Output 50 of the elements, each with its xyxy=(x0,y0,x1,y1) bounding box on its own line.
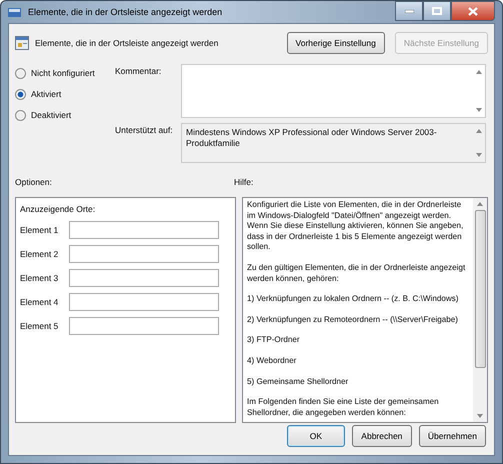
help-label: Hilfe: xyxy=(234,177,254,189)
scroll-up-icon[interactable] xyxy=(477,202,483,206)
help-paragraph: 5) Gemeinsame Shellordner xyxy=(247,376,350,388)
navigation-button[interactable]: Vorherige Einstellung xyxy=(286,32,385,54)
input-field[interactable] xyxy=(69,269,219,287)
radio-option[interactable]: Nicht konfiguriert xyxy=(15,66,115,80)
help-paragraph: Zu den gültigen Elementen, die in der Ordnerleiste angezeigt werden können, gehören: xyxy=(247,262,466,284)
scroll-up-icon[interactable] xyxy=(476,70,482,74)
dialog-button[interactable]: Übernehmen xyxy=(418,425,486,447)
scroll-up-icon[interactable] xyxy=(476,129,482,133)
input-field[interactable] xyxy=(69,293,219,311)
field-label: Element 2 xyxy=(20,249,60,259)
app-icon xyxy=(8,6,22,18)
supported-field: Mindestens Windows XP Professional oder Windows Server 2003-Produktfamilie xyxy=(181,123,486,163)
radio-option[interactable]: Deaktiviert xyxy=(15,108,115,122)
help-paragraph: 2) Verknüpfungen zu Remoteordnern -- (\\Server\Freigabe) xyxy=(247,314,459,326)
dialog-button[interactable]: Abbrechen xyxy=(352,425,412,447)
comment-field[interactable] xyxy=(181,64,486,118)
field-label: Element 5 xyxy=(20,321,60,331)
close-icon xyxy=(468,6,478,16)
radio-option[interactable]: Aktiviert xyxy=(15,87,115,101)
scroll-down-icon[interactable] xyxy=(476,153,482,157)
input-field[interactable] xyxy=(69,317,219,335)
supported-label: Unterstützt auf: xyxy=(115,124,174,137)
comment-label: Kommentar: xyxy=(115,65,162,78)
scrollbar-thumb[interactable] xyxy=(474,210,486,368)
close-button[interactable] xyxy=(451,1,495,21)
field-label: Element 1 xyxy=(20,225,60,235)
field-label: Element 4 xyxy=(20,297,60,307)
maximize-button[interactable] xyxy=(423,1,451,21)
field-label: Element 3 xyxy=(20,273,60,283)
input-field[interactable] xyxy=(69,221,219,239)
dialog-button[interactable]: OK xyxy=(286,425,345,447)
window-title: Elemente, die in der Ortsleiste angezeigt werden xyxy=(28,7,222,17)
policy-icon xyxy=(15,36,29,50)
help-paragraph: Konfiguriert die Liste von Elementen, die in der Ordnerleiste im Windows-Dialogfeld "Datei/Öffnen" angezeigt werden. Wenn Sie diese Einstellung aktivieren, können Sie angeben, dass in der Ordnerleiste 1 bis 5 Elemente angezeigt werden sollen. xyxy=(247,200,464,253)
scrollbar[interactable] xyxy=(473,198,487,422)
policy-title: Elemente, die in der Ortsleiste angezeigt werden xyxy=(35,38,220,48)
options-heading: Anzuzeigende Orte: xyxy=(20,204,96,214)
input-field[interactable] xyxy=(69,245,219,263)
scroll-down-icon[interactable] xyxy=(476,108,482,112)
scroll-down-icon[interactable] xyxy=(477,414,483,418)
help-paragraph: 1) Verknüpfungen zu lokalen Ordnern -- (z. B. C:\Windows) xyxy=(247,294,460,305)
options-label: Optionen: xyxy=(15,177,53,189)
help-paragraph: 3) FTP-Ordner xyxy=(247,335,301,346)
maximize-icon xyxy=(432,7,442,15)
help-paragraph: Im Folgenden finden Sie eine Liste der gemeinsamen Shellordner, die angegeben werden können: xyxy=(247,397,440,418)
minimize-button[interactable] xyxy=(395,1,423,21)
minimize-icon xyxy=(404,10,414,12)
help-paragraph: 4) Webordner xyxy=(247,356,298,367)
